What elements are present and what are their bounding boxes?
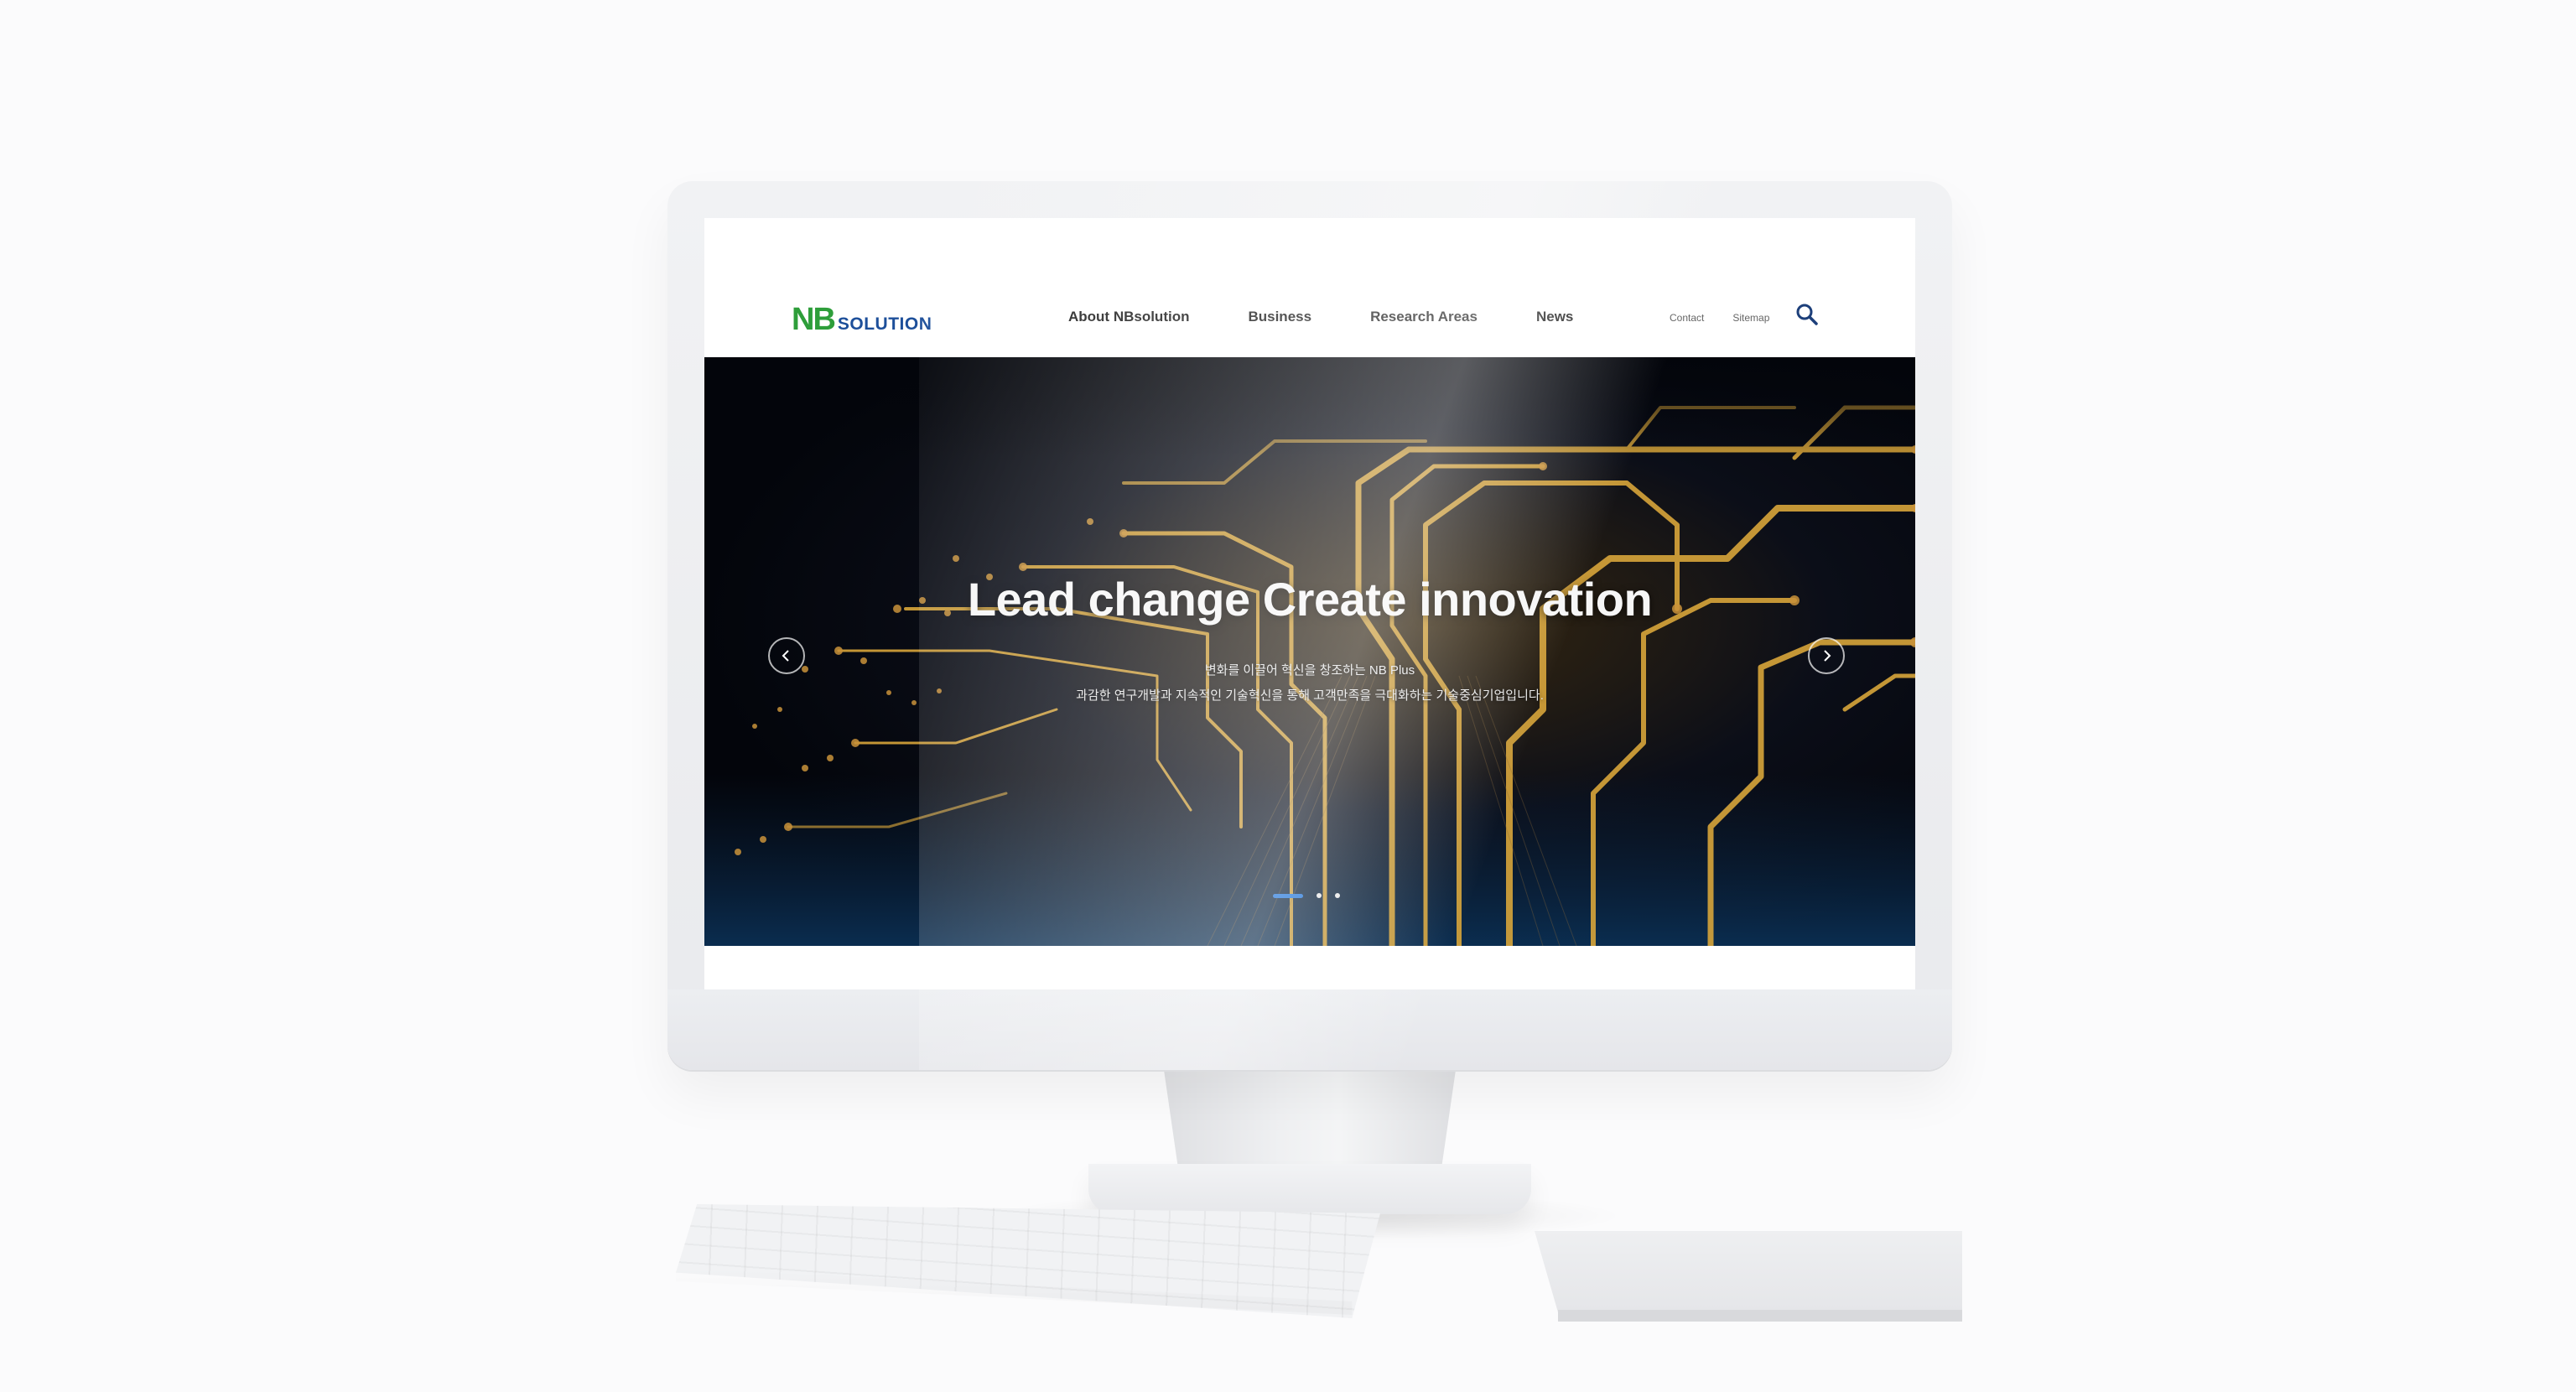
search-icon: [1796, 304, 1818, 325]
chevron-left-icon: [782, 650, 789, 662]
trackpad: [1535, 1231, 1962, 1320]
mockup-scene: NB SOLUTION About NBsolution Business Re…: [0, 0, 2576, 1392]
nav-item-business[interactable]: Business: [1248, 309, 1311, 325]
hero-slider: Lead change Create innovation 변화를 이끌어 혁신…: [704, 357, 1915, 946]
monitor-stand-neck: [1164, 1070, 1456, 1171]
main-nav: About NBsolution Business Research Areas…: [1068, 309, 1632, 325]
nav-item-research-areas[interactable]: Research Areas: [1370, 309, 1478, 325]
hero-subtitle-line2: 과감한 연구개발과 지속적인 기술혁신을 통해 고객만족을 극대화하는 기술중심…: [1076, 688, 1544, 703]
search-button[interactable]: [1794, 302, 1820, 327]
monitor-chin: [667, 989, 1952, 1070]
nav-item-news[interactable]: News: [1536, 309, 1573, 325]
chevron-right-icon: [1824, 650, 1831, 662]
monitor: NB SOLUTION About NBsolution Business Re…: [667, 181, 1952, 1070]
slider-next-button[interactable]: [1808, 637, 1845, 674]
slider-dot-3[interactable]: [1335, 893, 1340, 898]
monitor-stand-base: [1088, 1164, 1531, 1214]
utility-nav: Contact Sitemap: [1670, 312, 1798, 324]
site-logo[interactable]: NB SOLUTION: [792, 302, 932, 338]
slider-prev-button[interactable]: [768, 637, 805, 674]
trackpad-edge: [1558, 1310, 1962, 1322]
contact-link[interactable]: Contact: [1670, 312, 1704, 324]
slider-dot-1[interactable]: [1273, 893, 1303, 898]
sitemap-link[interactable]: Sitemap: [1732, 312, 1769, 324]
slider-pagination: [1273, 893, 1340, 898]
logo-wordmark: SOLUTION: [837, 314, 932, 334]
browser-screen: NB SOLUTION About NBsolution Business Re…: [704, 218, 1915, 989]
slider-dot-2[interactable]: [1317, 893, 1322, 898]
hero-title: Lead change Create innovation: [967, 573, 1653, 626]
hero-subtitle-line1: 변화를 이끌어 혁신을 창조하는 NB Plus: [1204, 663, 1415, 678]
circuit-board-image: [704, 357, 1915, 946]
site-header: NB SOLUTION About NBsolution Business Re…: [704, 218, 1915, 357]
nav-item-about[interactable]: About NBsolution: [1068, 309, 1189, 325]
logo-mark: NB: [792, 302, 836, 337]
